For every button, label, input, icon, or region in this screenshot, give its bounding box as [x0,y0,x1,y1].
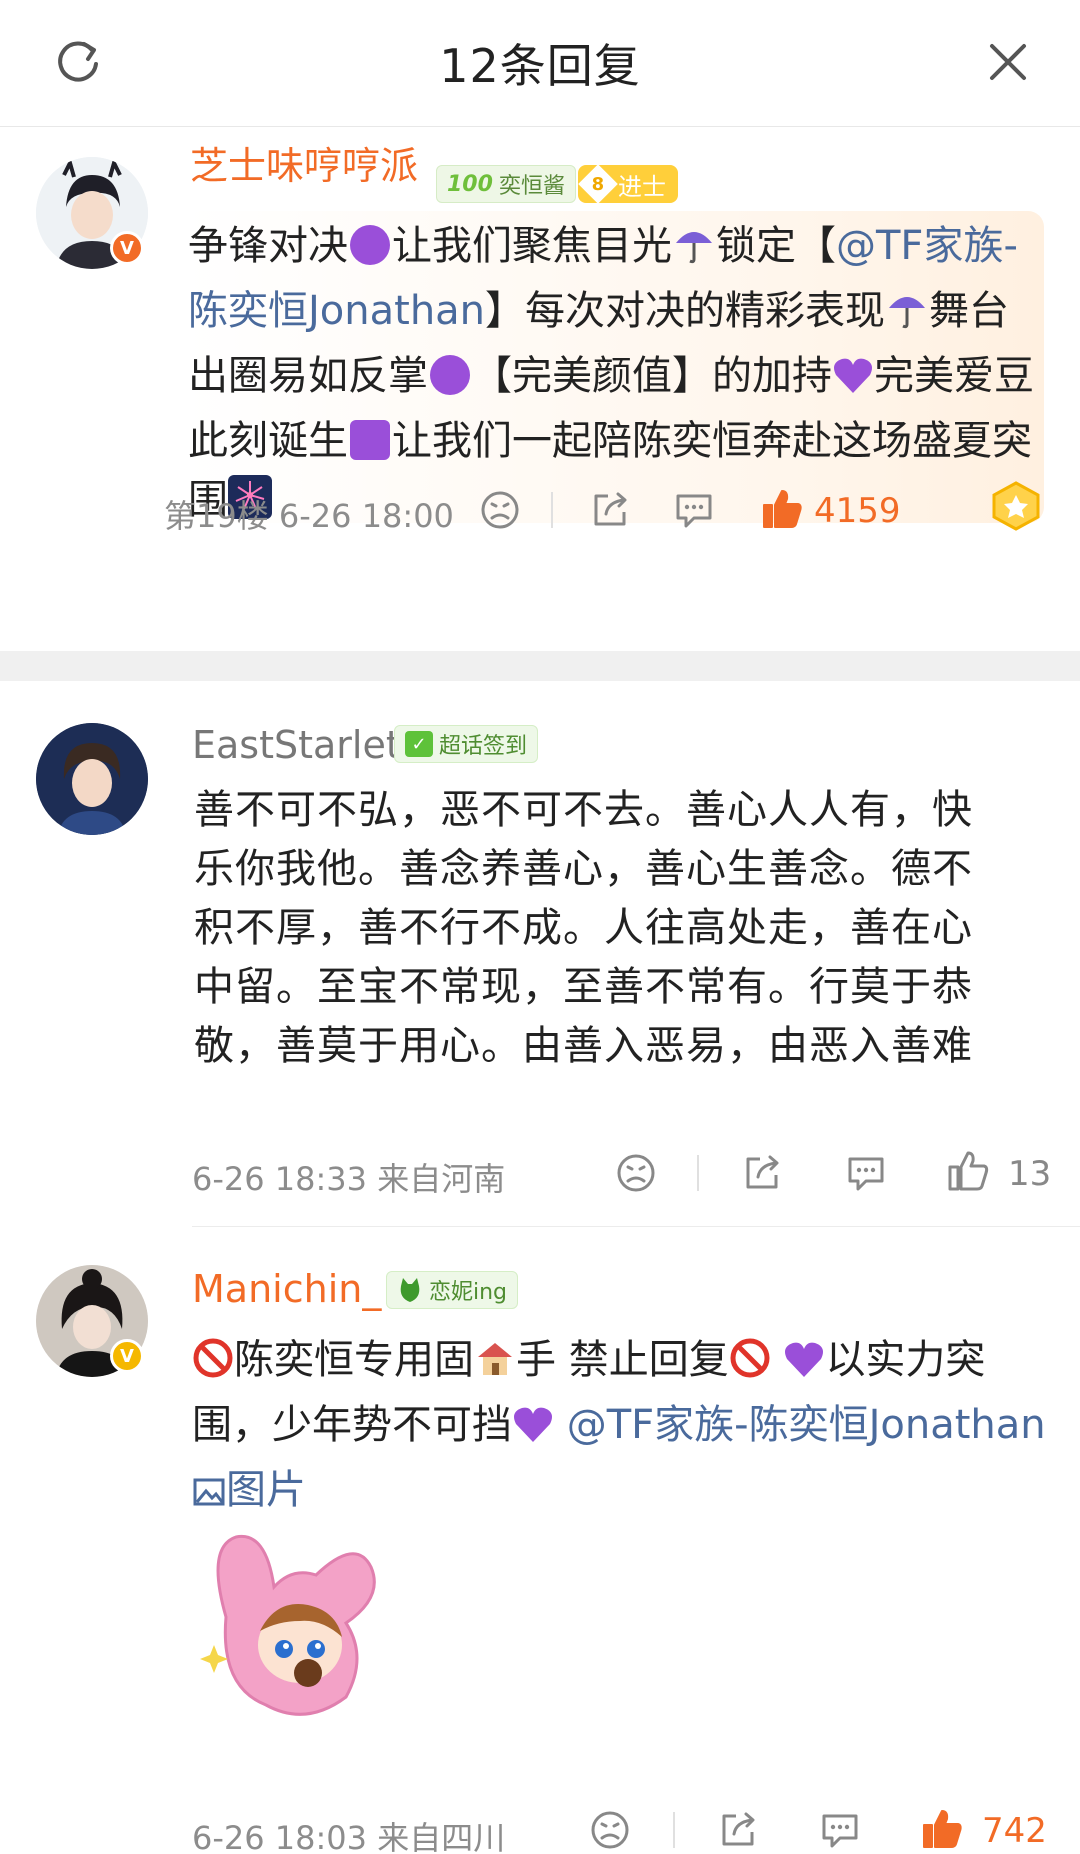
avatar-image [36,723,148,835]
comment-text: 陈奕恒专用固手 禁止回复 以实力突围，少年势不可挡 @TF家族-陈奕恒Jonat… [192,1331,1052,1526]
no-entry-emoji-icon [729,1337,771,1396]
verified-badge-icon: V [110,231,144,265]
like-count: 13 [1008,1154,1052,1194]
avatar[interactable] [36,723,148,835]
purple-square-emoji-icon [350,420,390,460]
action-divider [551,492,553,528]
section-divider [0,651,1080,681]
like-icon[interactable] [946,1149,990,1193]
purple-heart-emoji-icon [832,353,874,412]
comment-meta: 6-26 18:33 来自河南 [192,1160,506,1198]
dislike-icon[interactable] [588,1808,632,1852]
username[interactable]: 芝士味哼哼派 [190,135,418,190]
umbrella-emoji-icon [885,286,929,347]
comment-meta: 第19楼 6-26 18:00 [164,497,454,535]
share-icon[interactable] [588,488,632,532]
checkin-icon: ✓ [405,731,433,757]
house-emoji-icon [474,1337,516,1396]
username[interactable]: EastStarlet [192,723,401,767]
action-divider [673,1812,675,1848]
image-icon [192,1467,226,1526]
username[interactable]: Manichin_ [192,1267,381,1311]
like-icon-active[interactable] [920,1807,964,1851]
comment-item: V Manichin_ 恋妮ing 陈奕恒专用固手 禁止回复 以实力突围，少年势… [0,1227,1080,1854]
bunny-girl-sticker[interactable] [196,1527,406,1727]
purple-heart-emoji-icon [512,1402,554,1461]
fan-badge[interactable]: 恋妮ing [386,1271,519,1309]
dislike-icon[interactable] [478,488,522,532]
comment-item: V 芝士味哼哼派 100 奕恒酱 8 进士 争锋对决 让我们聚焦目光 锁定【@TF家… [0,127,1080,651]
no-entry-emoji-icon [192,1337,234,1396]
verified-badge-icon: V [110,1339,144,1373]
like-count: 4159 [814,491,901,531]
comment-icon[interactable] [818,1808,862,1852]
comment-text: 善不可不弘，恶不可不去。善心人人有，快乐你我他。善念养善心，善心生善念。德不积不… [194,787,973,1069]
cat-icon [397,1276,423,1304]
close-icon[interactable] [986,40,1030,84]
like-icon-active[interactable] [760,487,804,531]
fan-badge[interactable]: 100 奕恒酱 [436,165,576,203]
umbrella-emoji-icon [672,221,716,282]
action-divider [697,1155,699,1191]
diamond-level-icon: 8 [578,164,618,204]
level-badge[interactable]: 8 进士 [578,164,678,204]
comment-item: EastStarlet ✓ 超话签到 善不可不弘，恶不可不去。善心人人有，快乐你… [0,681,1080,1226]
purple-circle-emoji-icon [350,225,390,265]
mention-link[interactable]: @TF家族-陈奕恒Jonathan [567,1402,1046,1448]
reply-header: 12条回复 [0,0,1080,127]
page-title: 12条回复 [439,39,641,93]
fan-badge[interactable]: ✓ 超话签到 [394,725,539,763]
dislike-icon[interactable] [614,1151,658,1195]
purple-heart-emoji-icon [783,1337,825,1396]
comment-icon[interactable] [844,1151,888,1195]
comment-meta: 6-26 18:03 来自四川 [192,1819,506,1854]
image-link[interactable]: 图片 [192,1467,306,1513]
purple-circle-emoji-icon [430,355,470,395]
like-count: 742 [982,1811,1047,1851]
hundred-icon: 100 [447,171,493,197]
share-icon[interactable] [716,1808,760,1852]
share-icon[interactable] [740,1151,784,1195]
comment-icon[interactable] [672,488,716,532]
